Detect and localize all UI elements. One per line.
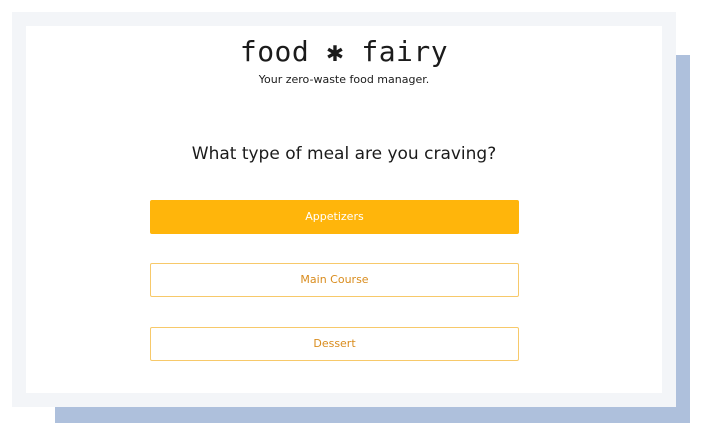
page-stage: food ✱ fairy Your zero-waste food manage… [0, 0, 705, 436]
food-fairy-logo: food ✱ fairy [239, 35, 449, 68]
quiz-question: What type of meal are you craving? [191, 144, 497, 164]
tagline: Your zero-waste food manager. [258, 73, 430, 86]
option-main-course-button[interactable]: Main Course [150, 263, 519, 297]
option-dessert-button[interactable]: Dessert [150, 327, 519, 361]
meal-quiz-card: food ✱ fairy Your zero-waste food manage… [26, 26, 662, 393]
option-appetizers-button[interactable]: Appetizers [150, 200, 519, 234]
